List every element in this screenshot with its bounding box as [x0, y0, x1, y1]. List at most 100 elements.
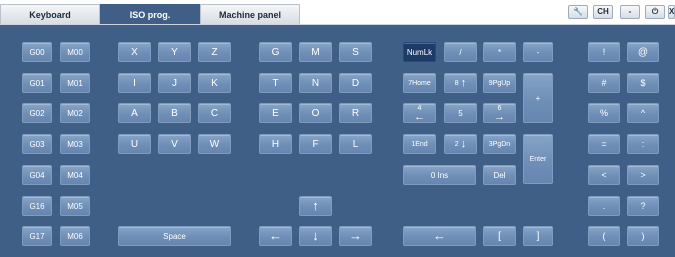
key-y[interactable]: Y: [158, 42, 191, 62]
key-enter[interactable]: Enter: [523, 134, 553, 184]
key-hash[interactable]: #: [588, 73, 620, 93]
key-arrow-down[interactable]: ↓: [299, 226, 332, 246]
key-minus[interactable]: -: [523, 42, 553, 62]
key-m06[interactable]: M06: [60, 226, 90, 246]
key-o[interactable]: O: [299, 103, 332, 123]
key-b[interactable]: B: [158, 103, 191, 123]
key-plus[interactable]: +: [523, 73, 553, 123]
key-left-bracket[interactable]: [: [483, 226, 516, 246]
key-5[interactable]: 5: [444, 103, 477, 123]
key-greater-than[interactable]: >: [627, 165, 659, 185]
key-h[interactable]: H: [259, 134, 292, 154]
key-d[interactable]: D: [339, 73, 372, 93]
key-arrow-right[interactable]: →: [339, 226, 372, 246]
key-g[interactable]: G: [259, 42, 292, 62]
key-less-than[interactable]: <: [588, 165, 620, 185]
key-g02[interactable]: G02: [22, 103, 52, 123]
key-equals[interactable]: =: [588, 134, 620, 154]
close-button[interactable]: X: [668, 5, 675, 19]
key-caret[interactable]: ^: [627, 103, 659, 123]
key-c[interactable]: C: [198, 103, 231, 123]
key-8-up[interactable]: 8 ↑: [444, 73, 477, 93]
key-6-right[interactable]: 6 →: [483, 103, 516, 123]
key-question[interactable]: ?: [627, 196, 659, 216]
key-backspace[interactable]: ←: [403, 226, 476, 246]
key-v[interactable]: V: [158, 134, 191, 154]
key-space[interactable]: Space: [118, 226, 231, 246]
tab-machine-panel[interactable]: Machine panel: [200, 4, 300, 24]
key-t[interactable]: T: [259, 73, 292, 93]
wrench-icon[interactable]: 🔧: [568, 5, 588, 19]
key-7-home[interactable]: 7Home: [403, 73, 436, 93]
key-a[interactable]: A: [118, 103, 151, 123]
key-m04[interactable]: M04: [60, 165, 90, 185]
key-left-paren[interactable]: (: [588, 226, 620, 246]
power-icon[interactable]: ⏻: [645, 5, 665, 19]
key-m03[interactable]: M03: [60, 134, 90, 154]
key-m[interactable]: M: [299, 42, 332, 62]
key-numlk[interactable]: NumLk: [403, 42, 436, 62]
tab-iso-prog[interactable]: ISO prog.: [100, 4, 200, 24]
key-9-pgup[interactable]: 9PgUp: [483, 73, 516, 93]
arrow-right-icon: →: [494, 111, 505, 123]
key-del[interactable]: Del: [483, 165, 516, 185]
key-g00[interactable]: G00: [22, 42, 52, 62]
key-g03[interactable]: G03: [22, 134, 52, 154]
top-bar: Keyboard ISO prog. Machine panel 🔧 CH - …: [0, 0, 675, 25]
key-exclamation[interactable]: !: [588, 42, 620, 62]
key-g04[interactable]: G04: [22, 165, 52, 185]
arrow-down-icon: ↓: [312, 228, 319, 243]
key-g01[interactable]: G01: [22, 73, 52, 93]
key-m00[interactable]: M00: [60, 42, 90, 62]
key-at[interactable]: @: [627, 42, 659, 62]
key-period[interactable]: .: [588, 196, 620, 216]
key-u[interactable]: U: [118, 134, 151, 154]
key-m01[interactable]: M01: [60, 73, 90, 93]
key-2-label: 2: [454, 140, 459, 148]
key-f[interactable]: F: [299, 134, 332, 154]
key-k[interactable]: K: [198, 73, 231, 93]
key-right-bracket[interactable]: ]: [523, 226, 553, 246]
key-arrow-left[interactable]: ←: [259, 226, 292, 246]
ch-button[interactable]: CH: [593, 5, 613, 19]
key-8-label: 8: [454, 79, 459, 87]
minimize-button[interactable]: -: [620, 5, 640, 19]
key-arrow-up[interactable]: ↑: [299, 196, 332, 216]
key-i[interactable]: I: [118, 73, 151, 93]
key-l[interactable]: L: [339, 134, 372, 154]
key-z[interactable]: Z: [198, 42, 231, 62]
key-m02[interactable]: M02: [60, 103, 90, 123]
key-g17[interactable]: G17: [22, 226, 52, 246]
key-e[interactable]: E: [259, 103, 292, 123]
backspace-arrow-icon: ←: [433, 228, 446, 243]
key-n[interactable]: N: [299, 73, 332, 93]
key-4-left[interactable]: 4 ←: [403, 103, 436, 123]
key-m05[interactable]: M05: [60, 196, 90, 216]
key-star[interactable]: *: [483, 42, 516, 62]
key-j[interactable]: J: [158, 73, 191, 93]
arrow-left-icon: ←: [414, 111, 425, 123]
arrow-down-icon: ↓: [460, 138, 467, 150]
key-percent[interactable]: %: [588, 103, 620, 123]
key-x[interactable]: X: [118, 42, 151, 62]
key-colon[interactable]: :: [627, 134, 659, 154]
key-s[interactable]: S: [339, 42, 372, 62]
key-3-pgdn[interactable]: 3PgDn: [483, 134, 516, 154]
key-8-content: 8 ↑: [455, 77, 466, 89]
key-r[interactable]: R: [339, 103, 372, 123]
arrow-up-icon: ↑: [460, 77, 467, 89]
key-0-ins[interactable]: 0 Ins: [403, 165, 476, 185]
key-w[interactable]: W: [198, 134, 231, 154]
key-slash[interactable]: /: [444, 42, 477, 62]
arrow-right-icon: →: [349, 228, 362, 243]
key-right-paren[interactable]: ): [627, 226, 659, 246]
key-4-content: 4 ←: [414, 105, 425, 123]
arrow-left-icon: ←: [269, 228, 282, 243]
key-2-content: 2 ↓: [455, 138, 466, 150]
tab-keyboard[interactable]: Keyboard: [0, 4, 100, 24]
key-2-down[interactable]: 2 ↓: [444, 134, 477, 154]
key-6-content: 6 →: [494, 105, 505, 123]
key-1-end[interactable]: 1End: [403, 134, 436, 154]
key-dollar[interactable]: $: [627, 73, 659, 93]
key-g16[interactable]: G16: [22, 196, 52, 216]
